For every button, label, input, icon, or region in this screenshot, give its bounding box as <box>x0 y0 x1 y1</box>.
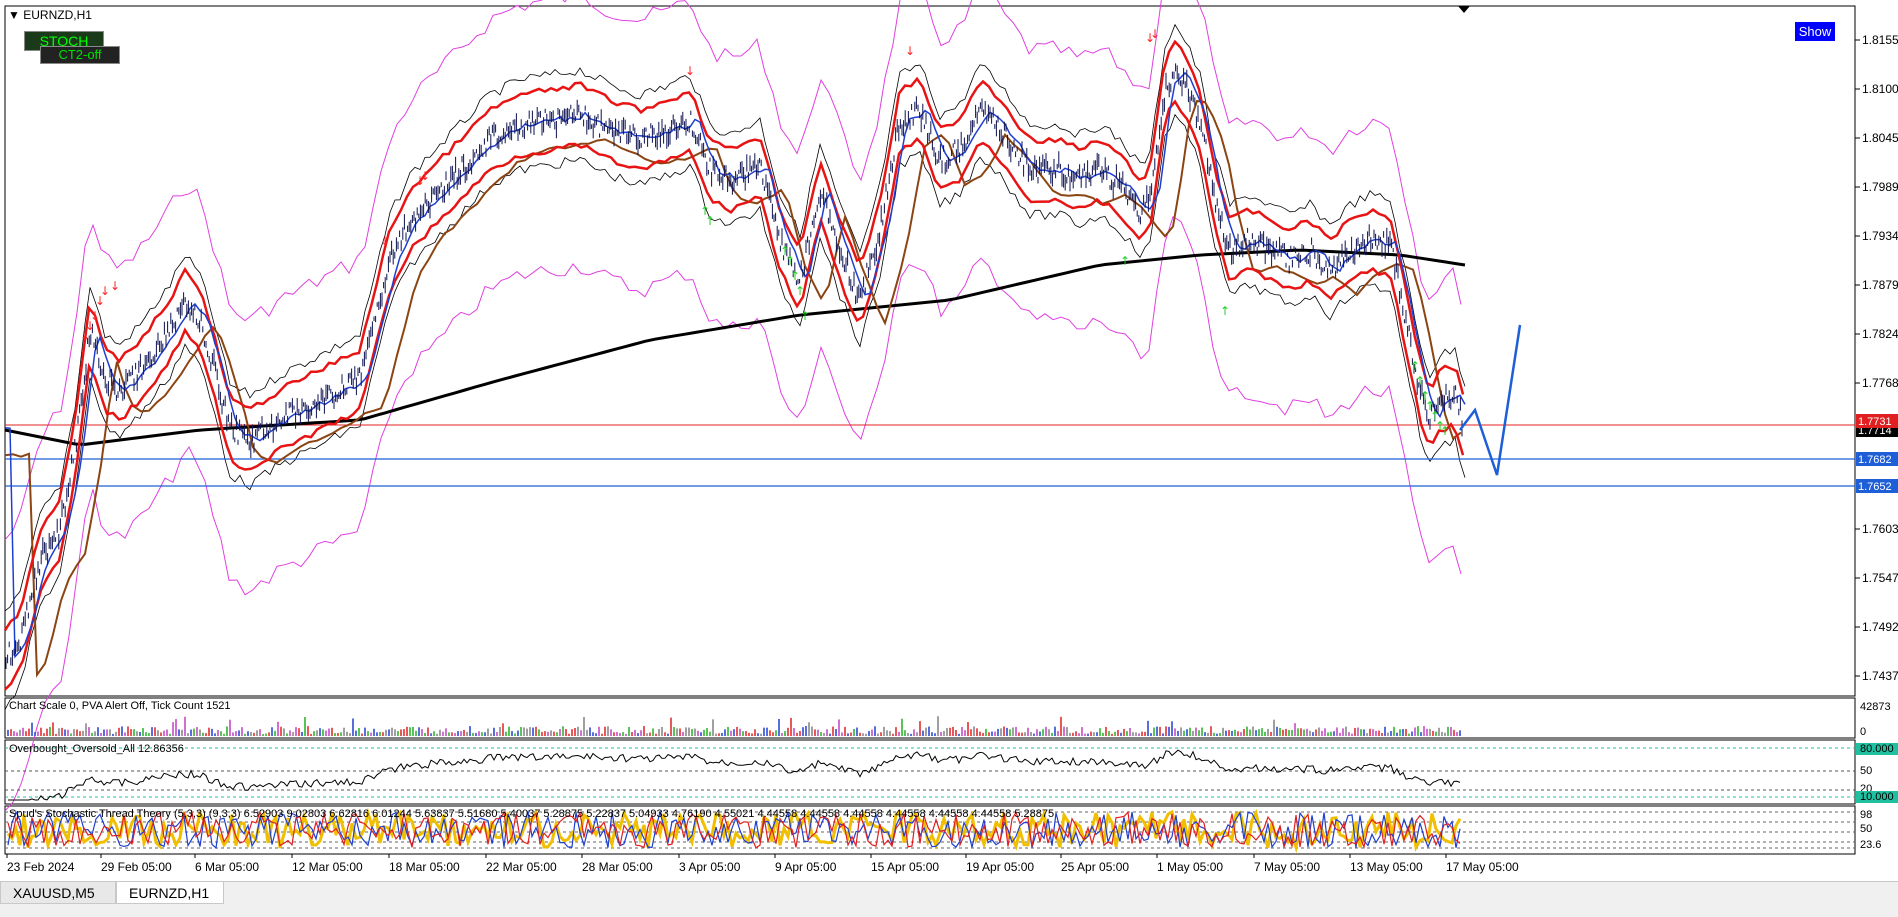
time-axis-label: 17 May 05:00 <box>1446 860 1519 874</box>
envelope-lower-line <box>4 113 1466 710</box>
chart-tabs-bar: XAUUSD,M5 EURNZD,H1 <box>0 881 1898 917</box>
price-axis-label: 1.8045 <box>1862 131 1898 145</box>
obos-label: Overbought_Oversold_All 12.86356 <box>9 743 184 755</box>
time-axis-label: 22 Mar 05:00 <box>486 860 557 874</box>
price-tag-label: 1.7652 <box>1858 481 1892 493</box>
obos-scale-label: 10.000 <box>1860 791 1894 803</box>
time-axis-label: 28 Mar 05:00 <box>582 860 653 874</box>
buy-arrow-icon: ↑ <box>1415 374 1425 388</box>
collapse-triangle-icon[interactable]: ▼ <box>8 8 20 22</box>
volume-panel-frame <box>4 697 1856 739</box>
brown-moving-average <box>4 99 1462 678</box>
time-axis-label: 15 Apr 05:00 <box>871 860 939 874</box>
time-axis-label: 25 Apr 05:00 <box>1061 860 1129 874</box>
chart-canvas[interactable]: ↓↓↓↓↓ ↓↓↓↓↓↓↓↓↑↑↑↑↑↑↑↑↑↑↑↑↑↑↑↑1.81551.810… <box>0 0 1898 916</box>
price-axis-label: 1.7989 <box>1862 180 1898 194</box>
price-axis-label: 1.7547 <box>1862 571 1898 585</box>
sell-arrow-icon: ↓ <box>905 44 915 58</box>
price-bars <box>5 63 1463 669</box>
volume-scale-bottom: 0 <box>1860 726 1866 738</box>
stoch-scale-label: 50 <box>1860 823 1872 835</box>
ct2-button[interactable]: CT2-off <box>40 46 120 64</box>
buy-arrow-icon: ↑ <box>705 214 715 228</box>
price-axis-label: 1.8155 <box>1862 33 1898 47</box>
time-axis-label: 29 Feb 05:00 <box>101 860 172 874</box>
price-tag: 1.7682 <box>1856 452 1898 466</box>
buy-arrow-icon: ↑ <box>785 254 795 268</box>
sell-arrow-icon: ↓ <box>1150 27 1160 41</box>
obos-scale-label: 50 <box>1860 765 1872 777</box>
price-axis-label: 1.7437 <box>1862 669 1898 683</box>
obos-scale-label: 80.000 <box>1860 743 1894 755</box>
tab-eurnzd-h1[interactable]: EURNZD,H1 <box>116 882 224 904</box>
price-axis-label: 1.7824 <box>1862 327 1898 341</box>
stoch-scale-label: 23.6 <box>1860 839 1881 851</box>
sell-arrow-icon: ↓ <box>685 64 695 78</box>
buy-arrow-icon: ↑ <box>1120 254 1130 268</box>
time-axis-label: 7 May 05:00 <box>1254 860 1320 874</box>
price-tag-label: 1.7731 <box>1858 416 1892 428</box>
stoch-label: Spud's Stochastic Thread Theory (5,3,3) … <box>9 808 1055 820</box>
sell-arrow-icon: ↓ <box>110 279 120 293</box>
price-axis-label: 1.8100 <box>1862 82 1898 96</box>
symbol-title: EURNZD,H1 <box>23 8 92 22</box>
time-axis-label: 13 May 05:00 <box>1350 860 1423 874</box>
time-axis-label: 6 Mar 05:00 <box>195 860 259 874</box>
price-series <box>5 63 1463 669</box>
obos-oscillator-line <box>8 749 1461 801</box>
price-axis-label: 1.7492 <box>1862 620 1898 634</box>
stoch-scale-label: 98 <box>1860 809 1872 821</box>
bollinger-lower-band <box>4 216 1462 812</box>
sell-arrow-icon: ↓ <box>380 234 390 248</box>
price-tag: 1.7652 <box>1856 479 1898 493</box>
volume-info-label: Chart Scale 0, PVA Alert Off, Tick Count… <box>9 700 231 712</box>
period-marker-icon <box>1458 6 1470 13</box>
obos-panel-frame <box>4 739 1856 805</box>
time-axis-label: 9 Apr 05:00 <box>775 860 837 874</box>
buy-arrow-icon: ↑ <box>800 309 810 323</box>
time-axis-label: 23 Feb 2024 <box>7 860 75 874</box>
tab-xauusd-m5[interactable]: XAUUSD,M5 <box>0 882 116 904</box>
price-axis-label: 1.7768 <box>1862 376 1898 390</box>
price-axis-label: 1.7603 <box>1862 522 1898 536</box>
sell-arrow-icon: ↓ <box>90 309 100 323</box>
forecast-zigzag <box>1459 324 1522 476</box>
blue-moving-average <box>4 71 1466 659</box>
red-channel-upper <box>3 39 1465 632</box>
price-tag: 1.7731 <box>1856 414 1898 428</box>
chart-title: ▼ EURNZD,H1 <box>8 8 92 22</box>
sell-arrow-icon: ↓ <box>100 284 110 298</box>
buy-arrow-icon: ↑ <box>790 269 800 283</box>
buy-arrow-icon: ↑ <box>1440 424 1450 438</box>
price-axis-label: 1.7934 <box>1862 229 1898 243</box>
sell-arrow-icon: ↓ <box>420 169 430 183</box>
time-axis-label: 1 May 05:00 <box>1157 860 1223 874</box>
time-axis-label: 19 Apr 05:00 <box>966 860 1034 874</box>
show-button[interactable]: Show <box>1795 22 1835 41</box>
time-axis-label: 18 Mar 05:00 <box>389 860 460 874</box>
price-axis-label: 1.7879 <box>1862 278 1898 292</box>
price-tag-label: 1.7682 <box>1858 454 1892 466</box>
time-axis-label: 12 Mar 05:00 <box>292 860 363 874</box>
buy-arrow-icon: ↑ <box>1410 359 1420 373</box>
envelope-upper-line <box>4 23 1466 612</box>
time-axis-label: 3 Apr 05:00 <box>679 860 741 874</box>
buy-arrow-icon: ↑ <box>1220 304 1230 318</box>
buy-arrow-icon: ↑ <box>795 284 805 298</box>
volume-scale-top: 42873 <box>1860 701 1891 713</box>
